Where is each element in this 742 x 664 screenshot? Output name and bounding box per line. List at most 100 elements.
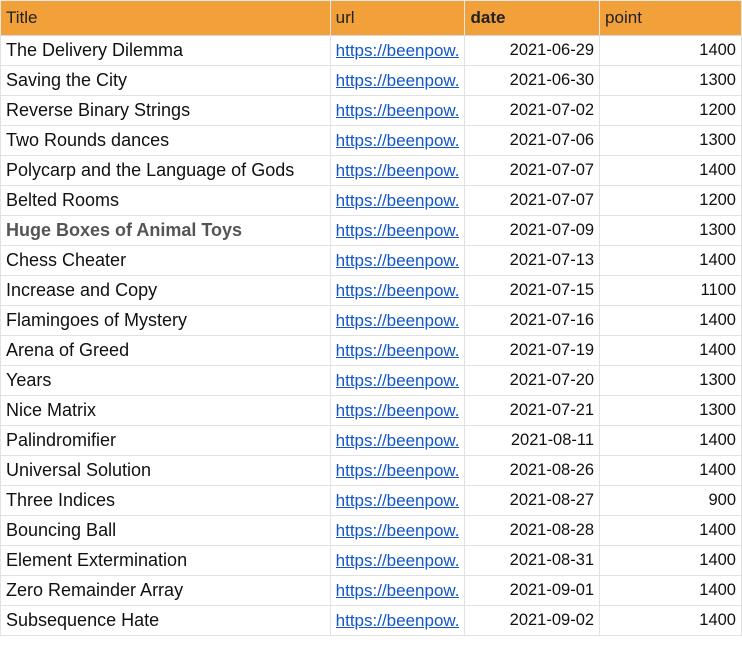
cell-date[interactable]: 2021-07-21 [464, 395, 601, 426]
cell-point[interactable]: 1300 [599, 65, 742, 96]
cell-title[interactable]: Huge Boxes of Animal Toys [0, 215, 331, 246]
cell-point[interactable]: 1400 [599, 335, 742, 366]
cell-date[interactable]: 2021-06-30 [464, 65, 601, 96]
url-link[interactable]: https://beenpow. [336, 551, 460, 571]
cell-title[interactable]: Subsequence Hate [0, 605, 331, 636]
cell-point[interactable]: 1400 [599, 545, 742, 576]
url-link[interactable]: https://beenpow. [336, 341, 460, 361]
cell-title[interactable]: Polycarp and the Language of Gods [0, 155, 331, 186]
cell-title[interactable]: Element Extermination [0, 545, 331, 576]
url-link[interactable]: https://beenpow. [336, 521, 460, 541]
cell-date[interactable]: 2021-07-13 [464, 245, 601, 276]
cell-url[interactable]: https://beenpow. [329, 305, 466, 336]
cell-url[interactable]: https://beenpow. [329, 245, 466, 276]
url-link[interactable]: https://beenpow. [336, 431, 460, 451]
cell-url[interactable]: https://beenpow. [329, 155, 466, 186]
cell-point[interactable]: 1300 [599, 395, 742, 426]
cell-url[interactable]: https://beenpow. [329, 515, 466, 546]
header-url[interactable]: url [329, 0, 466, 36]
url-link[interactable]: https://beenpow. [336, 491, 460, 511]
cell-title[interactable]: Two Rounds dances [0, 125, 331, 156]
header-date[interactable]: date [464, 0, 601, 36]
cell-url[interactable]: https://beenpow. [329, 215, 466, 246]
cell-url[interactable]: https://beenpow. [329, 425, 466, 456]
url-link[interactable]: https://beenpow. [336, 191, 460, 211]
cell-point[interactable]: 1300 [599, 365, 742, 396]
cell-date[interactable]: 2021-07-20 [464, 365, 601, 396]
cell-title[interactable]: Increase and Copy [0, 275, 331, 306]
cell-title[interactable]: Chess Cheater [0, 245, 331, 276]
cell-url[interactable]: https://beenpow. [329, 575, 466, 606]
cell-date[interactable]: 2021-07-09 [464, 215, 601, 246]
cell-title[interactable]: Universal Solution [0, 455, 331, 486]
cell-url[interactable]: https://beenpow. [329, 485, 466, 516]
cell-title[interactable]: Palindromifier [0, 425, 331, 456]
url-link[interactable]: https://beenpow. [336, 161, 460, 181]
cell-date[interactable]: 2021-08-28 [464, 515, 601, 546]
cell-date[interactable]: 2021-08-27 [464, 485, 601, 516]
url-link[interactable]: https://beenpow. [336, 101, 460, 121]
cell-title[interactable]: Belted Rooms [0, 185, 331, 216]
cell-point[interactable]: 1400 [599, 35, 742, 66]
cell-url[interactable]: https://beenpow. [329, 335, 466, 366]
cell-date[interactable]: 2021-07-15 [464, 275, 601, 306]
url-link[interactable]: https://beenpow. [336, 251, 460, 271]
cell-url[interactable]: https://beenpow. [329, 545, 466, 576]
url-link[interactable]: https://beenpow. [336, 581, 460, 601]
cell-point[interactable]: 900 [599, 485, 742, 516]
cell-point[interactable]: 1400 [599, 245, 742, 276]
cell-url[interactable]: https://beenpow. [329, 185, 466, 216]
cell-title[interactable]: Zero Remainder Array [0, 575, 331, 606]
cell-url[interactable]: https://beenpow. [329, 65, 466, 96]
url-link[interactable]: https://beenpow. [336, 41, 460, 61]
cell-title[interactable]: Years [0, 365, 331, 396]
cell-date[interactable]: 2021-08-26 [464, 455, 601, 486]
cell-url[interactable]: https://beenpow. [329, 125, 466, 156]
url-link[interactable]: https://beenpow. [336, 611, 460, 631]
cell-point[interactable]: 1400 [599, 515, 742, 546]
cell-url[interactable]: https://beenpow. [329, 35, 466, 66]
url-link[interactable]: https://beenpow. [336, 281, 460, 301]
cell-title[interactable]: Three Indices [0, 485, 331, 516]
cell-date[interactable]: 2021-07-16 [464, 305, 601, 336]
cell-url[interactable]: https://beenpow. [329, 275, 466, 306]
url-link[interactable]: https://beenpow. [336, 461, 460, 481]
url-link[interactable]: https://beenpow. [336, 311, 460, 331]
cell-date[interactable]: 2021-07-07 [464, 155, 601, 186]
cell-url[interactable]: https://beenpow. [329, 395, 466, 426]
cell-point[interactable]: 1400 [599, 425, 742, 456]
cell-date[interactable]: 2021-06-29 [464, 35, 601, 66]
cell-date[interactable]: 2021-07-07 [464, 185, 601, 216]
cell-date[interactable]: 2021-09-01 [464, 575, 601, 606]
cell-point[interactable]: 1100 [599, 275, 742, 306]
cell-point[interactable]: 1400 [599, 575, 742, 606]
cell-title[interactable]: Reverse Binary Strings [0, 95, 331, 126]
header-title[interactable]: Title [0, 0, 331, 36]
cell-title[interactable]: Arena of Greed [0, 335, 331, 366]
cell-url[interactable]: https://beenpow. [329, 365, 466, 396]
cell-date[interactable]: 2021-07-06 [464, 125, 601, 156]
url-link[interactable]: https://beenpow. [336, 221, 460, 241]
cell-point[interactable]: 1400 [599, 605, 742, 636]
cell-url[interactable]: https://beenpow. [329, 455, 466, 486]
url-link[interactable]: https://beenpow. [336, 401, 460, 421]
cell-point[interactable]: 1200 [599, 185, 742, 216]
cell-date[interactable]: 2021-08-31 [464, 545, 601, 576]
cell-point[interactable]: 1400 [599, 305, 742, 336]
cell-url[interactable]: https://beenpow. [329, 605, 466, 636]
cell-title[interactable]: Bouncing Ball [0, 515, 331, 546]
cell-title[interactable]: Nice Matrix [0, 395, 331, 426]
cell-point[interactable]: 1200 [599, 95, 742, 126]
cell-point[interactable]: 1300 [599, 215, 742, 246]
cell-date[interactable]: 2021-09-02 [464, 605, 601, 636]
cell-point[interactable]: 1300 [599, 125, 742, 156]
cell-date[interactable]: 2021-07-02 [464, 95, 601, 126]
url-link[interactable]: https://beenpow. [336, 371, 460, 391]
cell-point[interactable]: 1400 [599, 155, 742, 186]
url-link[interactable]: https://beenpow. [336, 131, 460, 151]
cell-point[interactable]: 1400 [599, 455, 742, 486]
cell-title[interactable]: Flamingoes of Mystery [0, 305, 331, 336]
cell-date[interactable]: 2021-08-11 [464, 425, 601, 456]
header-point[interactable]: point [599, 0, 742, 36]
cell-title[interactable]: The Delivery Dilemma [0, 35, 331, 66]
